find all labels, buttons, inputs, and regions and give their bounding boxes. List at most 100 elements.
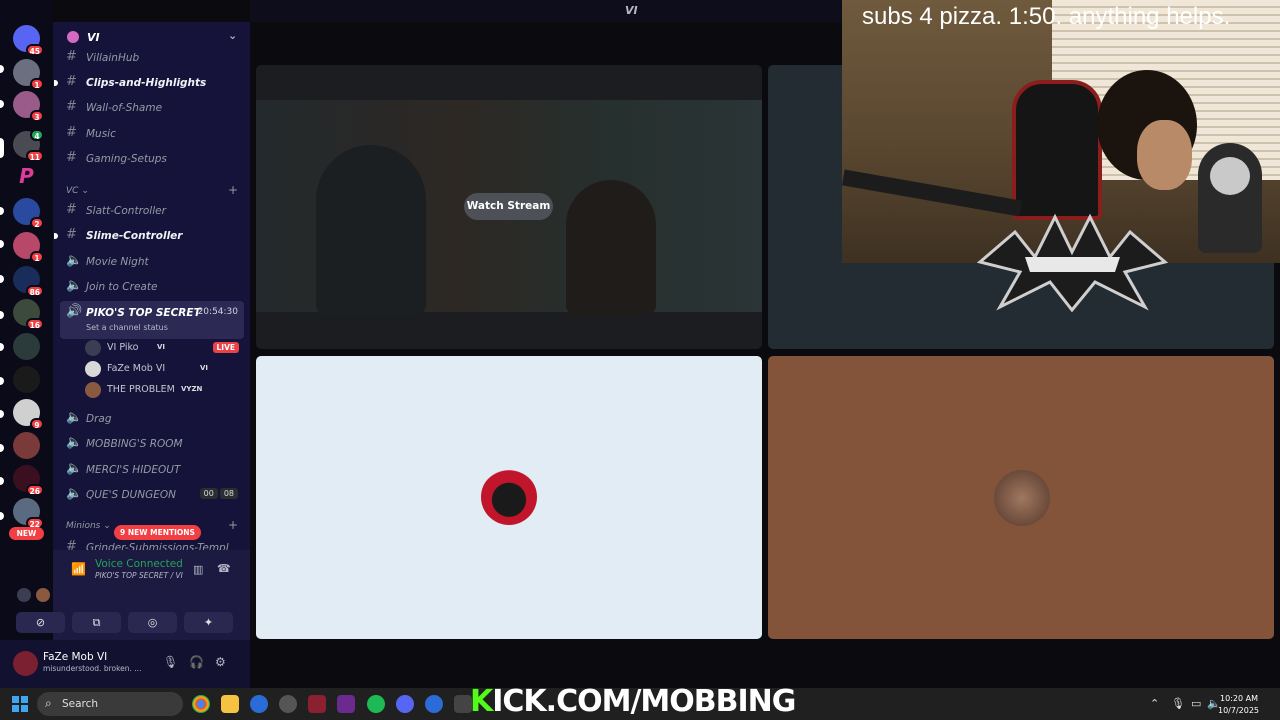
server-icon[interactable]: 1: [13, 232, 44, 263]
unread-pip: [0, 275, 4, 283]
channel-join-to-create[interactable]: 🔈 Join to Create: [60, 275, 244, 299]
piko-server-icon[interactable]: P: [13, 163, 40, 190]
soundboard-button[interactable]: ✦: [184, 612, 233, 633]
unread-pip: [0, 65, 4, 73]
avatar: [85, 361, 101, 377]
server-rail: 45 1 3 4 11 P 2 1 86 16 9 26 22 NEW: [0, 0, 52, 688]
server-icon[interactable]: 4 11: [13, 129, 44, 162]
direct-messages-icon[interactable]: 45: [13, 25, 44, 56]
server-icon[interactable]: 86: [13, 266, 44, 297]
chevron-up-icon[interactable]: ⌃: [1150, 697, 1159, 710]
server-icon[interactable]: 9: [13, 399, 44, 430]
server-icon[interactable]: [13, 366, 40, 393]
hash-icon: #: [66, 74, 77, 89]
speaker-icon: 🔈: [66, 435, 83, 450]
hash-icon: #: [66, 227, 77, 242]
unread-pip: [0, 512, 4, 520]
channel-mercis-hideout[interactable]: 🔈 MERCI'S HIDEOUT: [60, 458, 244, 482]
headphones-icon[interactable]: 🎧: [189, 655, 204, 669]
server-icon[interactable]: 22: [13, 498, 44, 529]
noise-suppression-icon[interactable]: ▥: [193, 563, 203, 576]
system-clock[interactable]: 10:20 AM 10/7/2025: [1218, 693, 1259, 717]
unread-pip: [0, 477, 4, 485]
server-icon[interactable]: 16: [13, 299, 44, 330]
network-icon[interactable]: ▭: [1191, 697, 1201, 710]
unread-dot: [54, 80, 58, 86]
app-icon[interactable]: [425, 695, 443, 713]
server-icon[interactable]: [13, 333, 40, 360]
user-status: misunderstood. broken. ...: [43, 664, 142, 673]
speaker-icon: 🔈: [66, 278, 83, 293]
participant-tile[interactable]: [768, 356, 1274, 639]
file-explorer-icon[interactable]: [221, 695, 239, 713]
hash-icon: #: [66, 49, 77, 64]
channel-clips-and-highlights[interactable]: # Clips-and-Highlights: [54, 71, 244, 95]
taskbar-search[interactable]: ⌕ Search: [37, 692, 183, 716]
unread-dot: [54, 233, 58, 239]
signal-icon[interactable]: 📶: [71, 562, 86, 576]
window-title: VI: [625, 4, 638, 17]
hash-icon: #: [66, 539, 77, 550]
username[interactable]: FaZe Mob VI: [43, 651, 107, 663]
server-icon[interactable]: 1: [13, 59, 44, 90]
channel-pikos-top-secret[interactable]: 🔊 PIKO'S TOP SECRET 20:54:30 Set a chann…: [60, 301, 244, 339]
channel-slime-controller[interactable]: # Slime-Controller: [54, 224, 244, 248]
channel-gaming-setups[interactable]: # Gaming-Setups: [60, 147, 244, 171]
app-icon[interactable]: [250, 695, 268, 713]
add-channel-icon[interactable]: +: [228, 518, 238, 532]
discord-icon[interactable]: [396, 695, 414, 713]
hash-icon: #: [66, 202, 77, 217]
chrome-icon[interactable]: [192, 695, 210, 713]
server-icon[interactable]: 3: [13, 91, 44, 122]
add-channel-icon[interactable]: +: [228, 183, 238, 197]
windows-start-icon[interactable]: [12, 696, 28, 712]
channel-wall-of-shame[interactable]: # Wall-of-Shame: [60, 96, 244, 120]
disconnect-icon[interactable]: ☎: [217, 562, 231, 575]
new-unreads-pill[interactable]: NEW: [9, 527, 44, 540]
camera-off-button[interactable]: ⊘: [16, 612, 65, 633]
channel-villainhub[interactable]: # VillainHub: [60, 46, 244, 70]
avatar[interactable]: [36, 588, 50, 602]
live-badge: LIVE: [212, 342, 239, 353]
channel-mobbings-room[interactable]: 🔈 MOBBING'S ROOM: [60, 432, 244, 456]
voice-user[interactable]: VI Piko VI LIVE: [85, 338, 245, 358]
mic-arm: [842, 169, 1023, 217]
screen-share-button[interactable]: ⧉: [72, 612, 121, 633]
voice-connected-label[interactable]: Voice Connected: [95, 558, 183, 570]
unread-pip: [0, 311, 4, 319]
avatar[interactable]: [13, 651, 38, 676]
preview-figure: [316, 145, 426, 315]
server-icon[interactable]: 2: [13, 198, 44, 229]
avatar[interactable]: [17, 588, 31, 602]
server-icon[interactable]: 26: [13, 465, 44, 496]
channel-music[interactable]: # Music: [60, 122, 244, 146]
new-mentions-pill[interactable]: 9 NEW MENTIONS: [114, 525, 201, 540]
unread-pip: [0, 240, 4, 248]
channel-ques-dungeon[interactable]: 🔈 QUE'S DUNGEON 00 08: [60, 483, 244, 507]
settings-gear-icon[interactable]: ⚙: [215, 655, 226, 669]
speaker-icon: 🔈: [66, 461, 83, 476]
app-icon[interactable]: [337, 695, 355, 713]
avatar: [85, 382, 101, 398]
streamer-face: [1137, 120, 1192, 190]
obs-icon[interactable]: [279, 695, 297, 713]
set-channel-status[interactable]: Set a channel status: [86, 323, 168, 332]
voice-channel-path[interactable]: PIKO'S TOP SECRET / VI: [95, 571, 183, 580]
server-icon[interactable]: [13, 432, 40, 459]
watch-stream-button[interactable]: Watch Stream: [464, 193, 553, 220]
microphone-icon[interactable]: 🎙: [1171, 697, 1185, 710]
channel-drag[interactable]: 🔈 Drag: [60, 407, 244, 431]
stream-tile[interactable]: Watch Stream: [256, 65, 762, 349]
activities-button[interactable]: ◎: [128, 612, 177, 633]
microphone-icon[interactable]: 🎙: [163, 655, 178, 669]
channel-slatt-controller[interactable]: # Slatt-Controller: [60, 199, 244, 223]
unread-pip: [0, 343, 4, 351]
voice-user[interactable]: THE PROBLEM VYZN: [85, 380, 245, 400]
voice-user[interactable]: FaZe Mob VI VI: [85, 359, 245, 379]
category-minions[interactable]: Minions ⌄: [66, 521, 111, 531]
channel-movie-night[interactable]: 🔈 Movie Night: [60, 250, 244, 274]
app-icon[interactable]: [308, 695, 326, 713]
category-vc[interactable]: VC ⌄: [66, 186, 89, 196]
spotify-icon[interactable]: [367, 695, 385, 713]
participant-tile[interactable]: [256, 356, 762, 639]
